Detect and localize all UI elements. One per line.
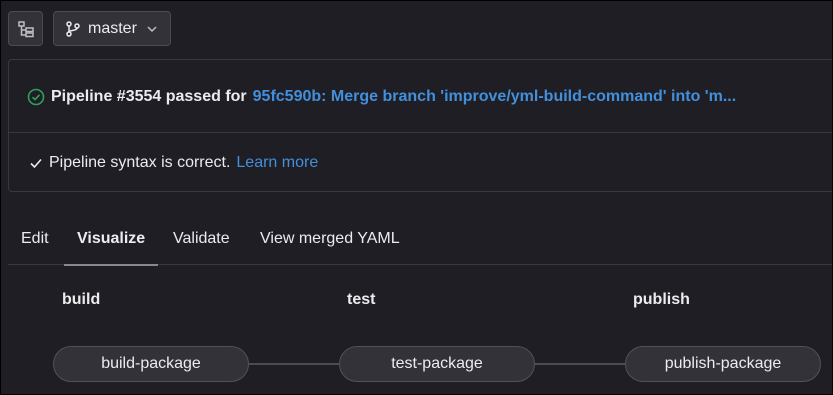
syntax-status-text: Pipeline syntax is correct. bbox=[49, 154, 231, 171]
tab-visualize[interactable]: Visualize bbox=[64, 213, 159, 266]
chevron-down-icon bbox=[147, 25, 157, 32]
branch-selector[interactable]: master bbox=[53, 11, 171, 46]
pipeline-status: Pipeline #3554 passed for 95fc590b: Merg… bbox=[27, 86, 736, 108]
pipeline-status-text: Pipeline #3554 passed for bbox=[51, 88, 247, 105]
stage-connector bbox=[248, 363, 339, 365]
divider bbox=[9, 132, 832, 133]
syntax-status: Pipeline syntax is correct. Learn more bbox=[29, 152, 318, 174]
pipeline-status-card: Pipeline #3554 passed for 95fc590b: Merg… bbox=[8, 59, 832, 192]
learn-more-link[interactable]: Learn more bbox=[236, 154, 318, 172]
stage-title-test: test bbox=[347, 291, 376, 308]
commit-link[interactable]: 95fc590b: Merge branch 'improve/yml-buil… bbox=[253, 88, 737, 106]
branch-icon bbox=[66, 20, 80, 37]
stage-connector bbox=[534, 363, 625, 365]
tab-edit[interactable]: Edit bbox=[8, 213, 62, 265]
check-circle-icon bbox=[27, 88, 45, 106]
branch-name: master bbox=[88, 19, 137, 37]
stage-title-build: build bbox=[62, 291, 101, 308]
tab-validate[interactable]: Validate bbox=[160, 213, 243, 265]
job-publish-package[interactable]: publish-package bbox=[625, 346, 821, 382]
stage-title-publish: publish bbox=[633, 291, 690, 308]
job-build-package[interactable]: build-package bbox=[53, 346, 249, 382]
pipeline-editor: master Pipeline #3554 passed for 95fc590… bbox=[0, 0, 833, 395]
tab-view-merged-yaml[interactable]: View merged YAML bbox=[247, 213, 413, 265]
file-tree-toggle-button[interactable] bbox=[8, 11, 43, 46]
file-tree-icon bbox=[17, 20, 34, 37]
job-test-package[interactable]: test-package bbox=[339, 346, 535, 382]
editor-tabs: Edit Visualize Validate View merged YAML bbox=[8, 213, 832, 266]
check-icon bbox=[30, 158, 42, 169]
